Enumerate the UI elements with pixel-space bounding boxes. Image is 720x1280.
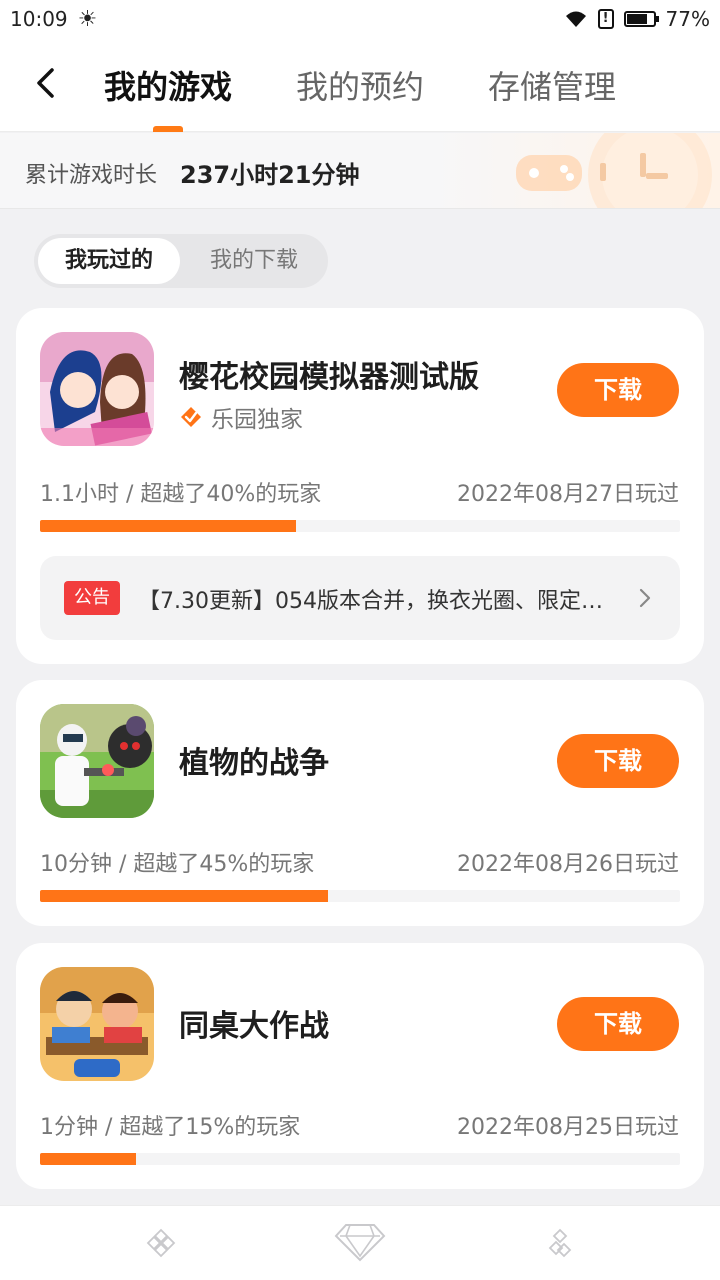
- battery-icon: [623, 11, 659, 27]
- play-stats: 10分钟 / 超越了45%的玩家: [40, 852, 315, 877]
- notice-banner[interactable]: 公告 【7.30更新】054版本合并，换衣光圈、限定…: [40, 556, 680, 640]
- play-time-summary: 累计游戏时长 237小时21分钟: [0, 133, 720, 209]
- game-icon-plant-war[interactable]: [40, 704, 154, 818]
- play-time-label: 累计游戏时长: [25, 163, 158, 188]
- diamond-icon[interactable]: [548, 1228, 572, 1258]
- exclusive-label: 乐园独家: [211, 407, 303, 433]
- tab-my-games[interactable]: 我的游戏: [104, 62, 232, 108]
- diamond-icon[interactable]: [146, 1228, 176, 1258]
- download-button[interactable]: 下载: [557, 997, 679, 1051]
- active-tab-indicator: [153, 126, 183, 132]
- exclusive-badge: 乐园独家: [179, 400, 303, 434]
- game-card: 同桌大作战 下载 1分钟 / 超越了15%的玩家 2022年08月25日玩过: [16, 943, 704, 1189]
- play-stats: 1分钟 / 超越了15%的玩家: [40, 1115, 301, 1140]
- tab-my-reservations[interactable]: 我的预约: [296, 62, 424, 108]
- tab-storage-management[interactable]: 存储管理: [488, 62, 616, 108]
- game-icon-sakura[interactable]: [40, 332, 154, 446]
- play-stats: 1.1小时 / 超越了40%的玩家: [40, 482, 322, 507]
- game-card: 植物的战争 下载 10分钟 / 超越了45%的玩家 2022年08月26日玩过: [16, 680, 704, 926]
- games-filter-segment: 我玩过的 我的下载: [34, 234, 328, 288]
- wifi-icon: [565, 11, 586, 27]
- chevron-right-icon: [639, 588, 651, 608]
- download-button[interactable]: 下载: [557, 734, 679, 788]
- decor-clock-gamepad: [516, 133, 712, 208]
- segment-played[interactable]: 我玩过的: [38, 238, 180, 284]
- play-progress-bar: [40, 890, 680, 902]
- exclusive-badge-icon: [181, 407, 201, 427]
- play-time-value: 237小时21分钟: [180, 161, 360, 189]
- notice-tag: 公告: [64, 581, 120, 615]
- status-time: 10:09: [10, 7, 68, 31]
- game-card: 樱花校园模拟器测试版 乐园独家 下载 1.1小时 / 超越了40%的玩家 202…: [16, 308, 704, 664]
- game-title[interactable]: 樱花校园模拟器测试版: [179, 352, 479, 396]
- download-button[interactable]: 下载: [557, 363, 679, 417]
- alert-icon: !: [597, 9, 614, 29]
- last-played-date: 2022年08月25日玩过: [457, 1115, 679, 1140]
- diamond-icon[interactable]: [334, 1222, 386, 1262]
- play-progress-bar: [40, 1153, 680, 1165]
- game-title[interactable]: 植物的战争: [179, 738, 329, 782]
- game-title[interactable]: 同桌大作战: [179, 1001, 329, 1045]
- game-icon-desk-battle[interactable]: [40, 967, 154, 1081]
- play-progress-bar: [40, 520, 680, 532]
- battery-percent: 77%: [665, 7, 710, 31]
- bottom-nav: [0, 1206, 720, 1280]
- status-bar: 10:09 ☀ ! 77%: [0, 0, 720, 38]
- last-played-date: 2022年08月26日玩过: [457, 852, 679, 877]
- segment-downloads[interactable]: 我的下载: [184, 238, 324, 284]
- back-arrow-icon[interactable]: [30, 66, 64, 100]
- sun-icon: ☀: [77, 6, 98, 32]
- top-nav: 我的游戏 我的预约 存储管理: [0, 38, 720, 132]
- last-played-date: 2022年08月27日玩过: [457, 482, 679, 507]
- notice-text: 【7.30更新】054版本合并，换衣光圈、限定…: [138, 589, 603, 614]
